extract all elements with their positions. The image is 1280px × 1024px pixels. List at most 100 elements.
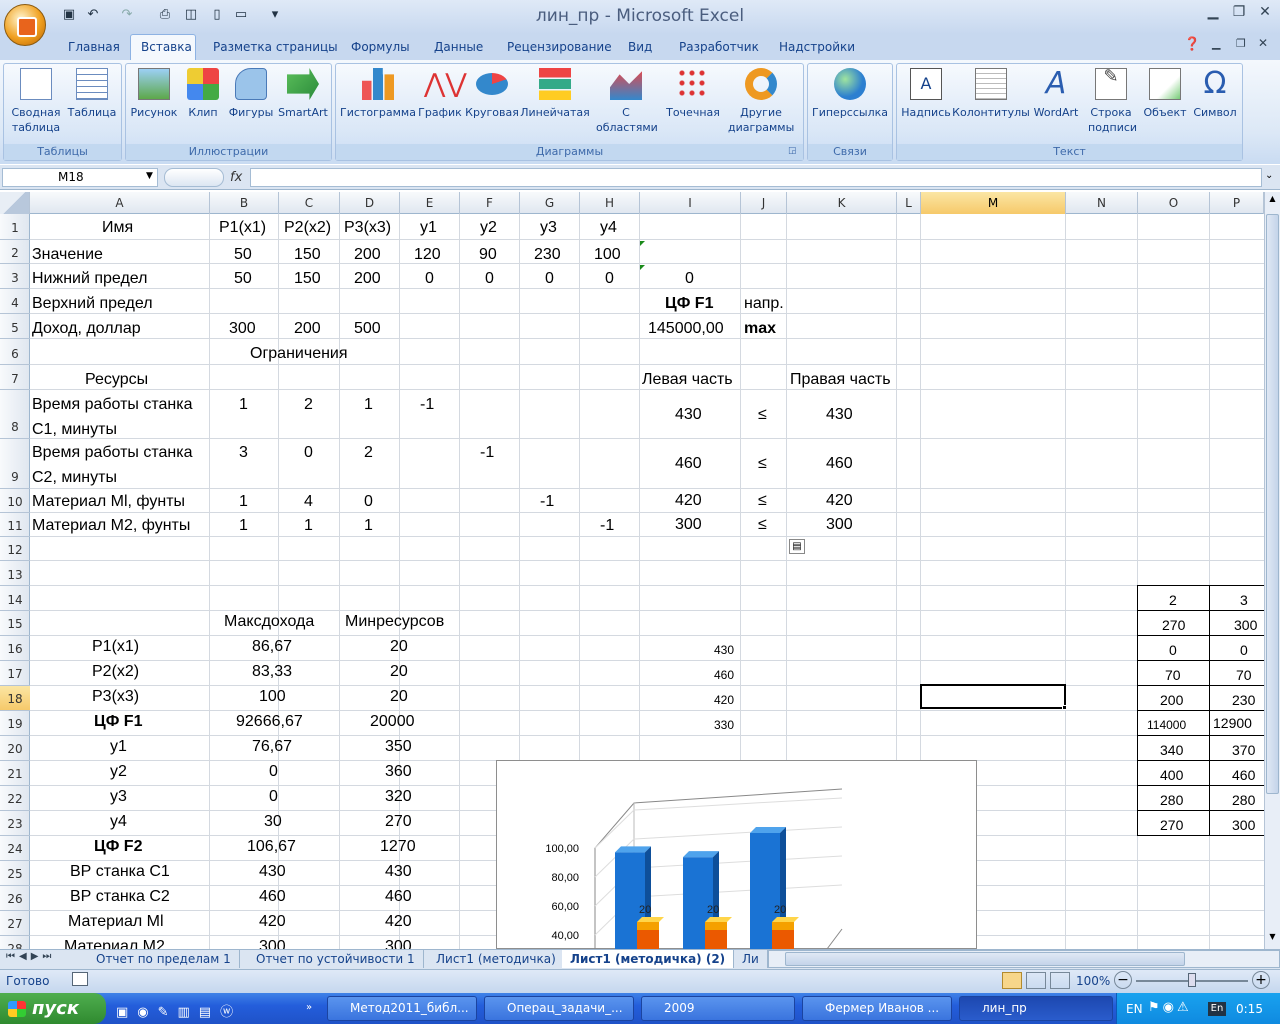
- sheet-tab-2[interactable]: Отчет по устойчивости 1: [248, 950, 424, 968]
- cell-p16[interactable]: 0: [1240, 641, 1248, 659]
- cell-j8[interactable]: ≤: [758, 406, 767, 424]
- selected-cell-m18[interactable]: [920, 684, 1066, 709]
- cell-g10[interactable]: -1: [540, 493, 554, 511]
- cell-i18[interactable]: 420: [714, 691, 734, 709]
- quick-launch-icons[interactable]: ▣◉✎▥▤ⓦ: [116, 1001, 242, 1020]
- fill-handle[interactable]: [1062, 705, 1067, 710]
- cell-h3[interactable]: 0: [605, 270, 614, 288]
- cell-e8[interactable]: -1: [420, 396, 434, 414]
- cell-p20[interactable]: 370: [1232, 741, 1255, 759]
- cell-o18[interactable]: 200: [1160, 691, 1183, 709]
- cell-b11[interactable]: 1: [239, 517, 248, 535]
- cell-k9[interactable]: 460: [826, 455, 853, 473]
- zoom-level[interactable]: 100%: [1076, 974, 1110, 988]
- cell-c16[interactable]: 20: [390, 638, 408, 656]
- page-break-view-icon[interactable]: [1050, 972, 1070, 989]
- cell-b8[interactable]: 1: [239, 396, 248, 414]
- tab-page-layout[interactable]: Разметка страницы: [213, 40, 338, 58]
- cell-b25[interactable]: 430: [259, 863, 286, 881]
- cell-i3[interactable]: 0: [685, 270, 694, 288]
- sheet-nav-icons[interactable]: ⏮◀▶⏭: [6, 951, 55, 962]
- cell-e1[interactable]: y1: [420, 219, 437, 237]
- cell-b5[interactable]: 300: [229, 320, 256, 338]
- horizontal-scrollbar[interactable]: [768, 950, 1280, 968]
- signature-line-button[interactable]: ✎ Строка подписи: [1082, 68, 1140, 135]
- cell-c1[interactable]: P2(x2): [284, 219, 331, 237]
- row-header-22[interactable]: 22: [0, 786, 30, 811]
- cell-j5[interactable]: max: [744, 320, 776, 338]
- cell-g2[interactable]: 230: [534, 246, 561, 264]
- help-icon[interactable]: ❓: [1184, 37, 1200, 52]
- cell-i11[interactable]: 300: [675, 516, 702, 534]
- object-button[interactable]: Объект: [1140, 68, 1190, 120]
- col-header-m[interactable]: M: [921, 192, 1066, 214]
- task-item-5-active[interactable]: лин_пр: [959, 996, 1113, 1021]
- cell-d11[interactable]: 1: [364, 517, 373, 535]
- cell-o16[interactable]: 0: [1169, 641, 1177, 659]
- cell-a21[interactable]: y2: [110, 763, 127, 781]
- cell-b18[interactable]: 100: [259, 688, 286, 706]
- cell-b16[interactable]: 86,67: [252, 638, 292, 656]
- pie-button[interactable]: Круговая: [464, 68, 520, 120]
- area-chart-button[interactable]: С областями: [590, 68, 662, 135]
- cell-i9[interactable]: 460: [675, 455, 702, 473]
- col-header-a[interactable]: A: [30, 192, 210, 214]
- cell-d1[interactable]: P3(x3): [344, 219, 391, 237]
- cell-d2[interactable]: 200: [354, 246, 381, 264]
- cell-c24[interactable]: 1270: [380, 838, 416, 856]
- cell-i7[interactable]: Левая часть: [642, 371, 733, 389]
- vertical-scrollbar[interactable]: ▲ ▼: [1264, 192, 1280, 949]
- cell-b26[interactable]: 460: [259, 888, 286, 906]
- cell-a8-line1[interactable]: Время работы станка: [32, 396, 193, 414]
- cell-b22[interactable]: 0: [269, 788, 278, 806]
- row-header-12[interactable]: 12: [0, 537, 30, 561]
- cell-o19[interactable]: 114000: [1147, 716, 1186, 734]
- cell-b24[interactable]: 106,67: [247, 838, 296, 856]
- chart[interactable]: 100,00 80,00 60,00 40,00 20 20 20: [496, 760, 977, 950]
- cell-c9[interactable]: 0: [304, 444, 313, 462]
- minimize-icon[interactable]: ▁: [1200, 2, 1226, 22]
- textbox-button[interactable]: A Надпись: [900, 68, 952, 120]
- cell-h11[interactable]: -1: [600, 517, 614, 535]
- col-header-l[interactable]: L: [897, 192, 921, 214]
- cell-c10[interactable]: 4: [304, 493, 313, 511]
- cell-b20[interactable]: 76,67: [252, 738, 292, 756]
- task-item-3[interactable]: 2009: [641, 996, 795, 1021]
- cell-a23[interactable]: y4: [110, 813, 127, 831]
- cell-i17[interactable]: 460: [714, 666, 734, 684]
- cell-i16[interactable]: 430: [714, 641, 734, 659]
- row-header-1[interactable]: 1: [0, 214, 30, 240]
- cell-a11[interactable]: Материал М2, фунты: [32, 517, 190, 535]
- ribbon-restore-icon[interactable]: ❐: [1236, 37, 1246, 50]
- symbol-button[interactable]: Ω Символ: [1190, 68, 1240, 120]
- name-box-dropdown-icon[interactable]: ▼: [146, 171, 153, 181]
- cell-c18[interactable]: 20: [390, 688, 408, 706]
- col-header-b[interactable]: B: [210, 192, 279, 214]
- col-header-g[interactable]: G: [520, 192, 580, 214]
- cell-c3[interactable]: 150: [294, 270, 321, 288]
- cell-c2[interactable]: 150: [294, 246, 321, 264]
- col-header-n[interactable]: N: [1066, 192, 1138, 214]
- task-item-2[interactable]: Операц_задачи_...: [484, 996, 634, 1021]
- col-header-e[interactable]: E: [400, 192, 460, 214]
- cell-p19[interactable]: 12900: [1213, 714, 1252, 732]
- cell-c27[interactable]: 420: [385, 913, 412, 931]
- cell-e3[interactable]: 0: [425, 270, 434, 288]
- tab-formulas[interactable]: Формулы: [351, 40, 410, 58]
- task-item-1[interactable]: Метод2011_библ...: [327, 996, 477, 1021]
- cell-o21[interactable]: 400: [1160, 766, 1183, 784]
- cell-d5[interactable]: 500: [354, 320, 381, 338]
- cell-d9[interactable]: 2: [364, 444, 373, 462]
- graph-button[interactable]: ⋀⋁ График: [418, 68, 466, 120]
- cell-c23[interactable]: 270: [385, 813, 412, 831]
- tab-addins[interactable]: Надстройки: [779, 40, 855, 58]
- other-charts-button[interactable]: Другие диаграммы: [722, 68, 800, 135]
- cell-a20[interactable]: y1: [110, 738, 127, 756]
- sheet-tab-5[interactable]: Ли: [734, 950, 768, 968]
- task-item-4[interactable]: Фермер Иванов ...: [802, 996, 952, 1021]
- tab-home[interactable]: Главная: [68, 40, 120, 58]
- row-header-16[interactable]: 16: [0, 636, 30, 661]
- cell-a19[interactable]: ЦФ F1: [94, 713, 142, 731]
- cell-i5[interactable]: 145000,00: [648, 320, 724, 338]
- tray-icons[interactable]: ⚑◉⚠: [1148, 1000, 1192, 1015]
